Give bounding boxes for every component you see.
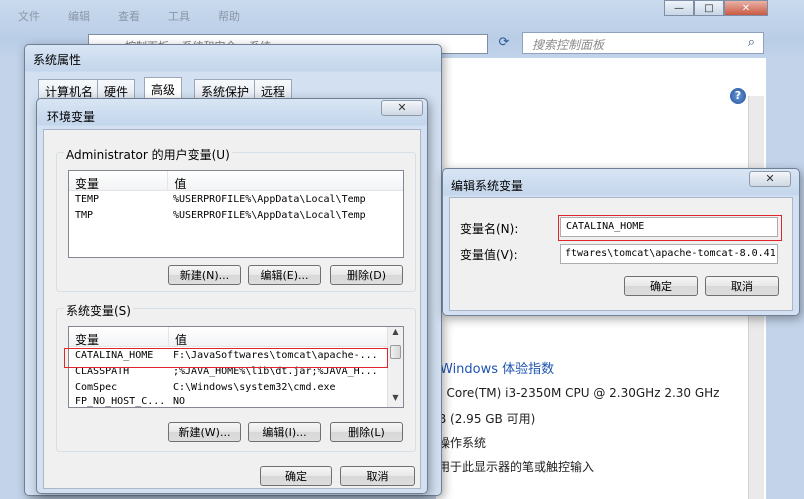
table-row[interactable]: TMP %USERPROFILE%\AppData\Local\Temp — [69, 207, 403, 223]
variable-value: %USERPROFILE%\AppData\Local\Temp — [173, 209, 366, 221]
edit-cancel-button[interactable]: 取消 — [705, 276, 779, 296]
menu-view[interactable]: 查看 — [118, 8, 140, 28]
variable-value: NO — [173, 395, 186, 407]
dialog-title: 编辑系统变量 — [451, 179, 524, 193]
close-icon[interactable]: ✕ — [381, 100, 423, 116]
user-edit-button[interactable]: 编辑(E)... — [248, 265, 321, 285]
env-ok-button[interactable]: 确定 — [260, 466, 332, 486]
column-header-variable[interactable]: 变量 — [69, 327, 169, 347]
scroll-up-icon[interactable]: ▲ — [388, 327, 403, 341]
tab-hardware[interactable]: 硬件 — [97, 79, 136, 99]
name-highlight-box — [558, 215, 782, 241]
maximize-button[interactable]: □ — [694, 0, 724, 16]
variable-value-label: 变量值(V): — [460, 248, 518, 262]
ram-info: B (2.95 GB 可用) — [438, 412, 536, 426]
menu-tools[interactable]: 工具 — [168, 8, 190, 28]
pen-touch-info: 用于此显示器的笔或触控输入 — [438, 460, 595, 474]
variable-name: TMP — [75, 209, 94, 221]
column-header-value[interactable]: 值 — [169, 327, 389, 347]
tab-advanced[interactable]: 高级 — [144, 77, 183, 100]
table-row[interactable]: FP_NO_HOST_C... NO — [69, 395, 389, 407]
variable-value-field[interactable]: ftwares\tomcat\apache-tomcat-8.0.41 — [560, 244, 778, 264]
variable-value: %USERPROFILE%\AppData\Local\Temp — [173, 193, 366, 205]
menu-file[interactable]: 文件 — [18, 8, 40, 28]
tab-computer-name[interactable]: 计算机名 — [38, 79, 101, 99]
system-edit-button[interactable]: 编辑(I)... — [248, 422, 321, 442]
windows-index-link[interactable]: Windows 体验指数 — [440, 358, 554, 377]
table-row[interactable]: TEMP %USERPROFILE%\AppData\Local\Temp — [69, 191, 403, 207]
dialog-title: 系统属性 — [33, 53, 82, 67]
list-header: 变量 值 — [69, 327, 403, 347]
menu-help[interactable]: 帮助 — [218, 8, 240, 28]
tab-remote[interactable]: 远程 — [254, 79, 293, 99]
variable-name: ComSpec — [75, 381, 118, 393]
user-variables-list[interactable]: 变量 值 TEMP %USERPROFILE%\AppData\Local\Te… — [68, 170, 404, 258]
variable-name-label: 变量名(N): — [460, 222, 519, 236]
system-delete-button[interactable]: 删除(L) — [330, 422, 403, 442]
os-type-info: 操作系统 — [438, 436, 487, 450]
dialog-title: 环境变量 — [47, 110, 96, 124]
window-controls: — □ ✕ — [664, 0, 768, 16]
scroll-down-icon[interactable]: ▼ — [388, 393, 403, 407]
selection-highlight-box — [64, 348, 388, 368]
column-header-variable[interactable]: 变量 — [69, 171, 169, 191]
tab-system-protection[interactable]: 系统保护 — [194, 79, 257, 99]
scroll-thumb[interactable] — [390, 345, 401, 359]
variable-name: TEMP — [75, 193, 100, 205]
refresh-icon[interactable]: ⟳ — [492, 35, 516, 53]
list-scrollbar[interactable]: ▲ ▼ — [387, 327, 403, 407]
search-input[interactable]: 搜索控制面板 ⌕ — [522, 32, 764, 54]
help-icon[interactable]: ? — [730, 88, 746, 104]
list-header: 变量 值 — [69, 171, 403, 191]
env-cancel-button[interactable]: 取消 — [340, 466, 415, 486]
search-icon[interactable]: ⌕ — [748, 35, 755, 50]
table-row[interactable]: ComSpec C:\Windows\system32\cmd.exe — [69, 379, 389, 395]
user-new-button[interactable]: 新建(N)... — [168, 265, 241, 285]
system-new-button[interactable]: 新建(W)... — [168, 422, 241, 442]
cpu-info: ) Core(TM) i3-2350M CPU @ 2.30GHz 2.30 G… — [438, 386, 720, 400]
search-placeholder: 搜索控制面板 — [532, 38, 605, 52]
user-delete-button[interactable]: 删除(D) — [330, 265, 403, 285]
user-variables-label: Administrator 的用户变量(U) — [64, 146, 232, 163]
system-variables-label: 系统变量(S) — [64, 302, 133, 319]
column-header-value[interactable]: 值 — [168, 171, 403, 191]
close-icon[interactable]: ✕ — [749, 171, 791, 187]
edit-ok-button[interactable]: 确定 — [624, 276, 698, 296]
variable-name: FP_NO_HOST_C... — [75, 395, 166, 407]
variable-value: C:\Windows\system32\cmd.exe — [173, 381, 336, 393]
minimize-button[interactable]: — — [664, 0, 694, 16]
close-button[interactable]: ✕ — [724, 0, 768, 16]
menu-edit[interactable]: 编辑 — [68, 8, 90, 28]
menu-bar: 文件 编辑 查看 工具 帮助 — [0, 8, 240, 28]
